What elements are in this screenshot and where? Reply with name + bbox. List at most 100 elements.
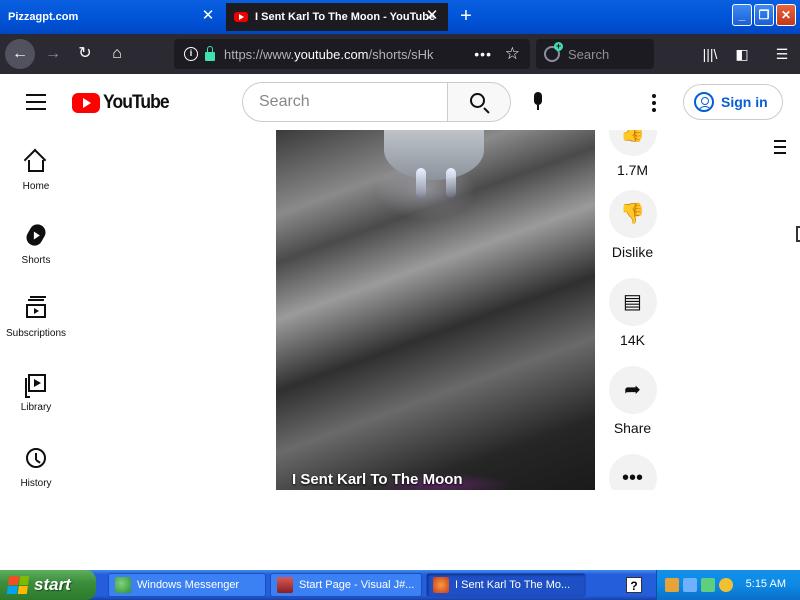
forward-arrow-icon[interactable]: → xyxy=(38,39,68,69)
more-actions-button[interactable]: ••• xyxy=(605,454,660,490)
account-icon xyxy=(694,92,714,112)
clock: 5:15 AM xyxy=(745,578,786,590)
youtube-favicon-icon xyxy=(234,12,248,22)
more-options-icon[interactable] xyxy=(652,94,656,115)
visual-studio-icon xyxy=(277,577,293,593)
sign-in-button[interactable]: Sign in xyxy=(683,84,783,120)
shorts-actions: 👍 1.7M 👎 Dislike ▤ 14K ➦ Share ••• xyxy=(605,130,660,490)
windows-logo-icon xyxy=(6,576,30,594)
history-icon xyxy=(26,448,46,468)
taskbar-item-firefox[interactable]: I Sent Karl To The Mo... xyxy=(426,573,586,597)
like-count: 1.7M xyxy=(616,162,649,178)
home-icon[interactable]: ⌂ xyxy=(102,39,132,69)
taskbar-item-label: Start Page - Visual J#... xyxy=(299,579,415,591)
sidebar-item-label: Subscriptions xyxy=(5,328,67,339)
search-icon xyxy=(470,93,485,108)
shorts-video-player[interactable]: I Sent Karl To The Moon xyxy=(276,130,595,490)
sidebar-item-label: Home xyxy=(22,181,50,192)
comments-button[interactable]: ▤ 14K xyxy=(605,278,660,348)
share-label: Share xyxy=(613,420,652,436)
browser-tab-strip: Pizzagpt.com ✕ I Sent Karl To The Moon -… xyxy=(0,0,800,34)
taskbar-item-visual-jsharp[interactable]: Start Page - Visual J#... xyxy=(270,573,422,597)
sign-in-label: Sign in xyxy=(721,94,768,110)
sidebar-item-history[interactable]: History xyxy=(0,426,72,500)
site-info-icon[interactable]: i xyxy=(184,47,198,61)
youtube-play-icon xyxy=(72,93,100,113)
sidebar-item-library[interactable]: Library xyxy=(0,352,72,426)
windows-taskbar: start Windows Messenger Start Page - Vis… xyxy=(0,570,800,600)
taskbar-item-label: Windows Messenger xyxy=(137,579,240,591)
search-placeholder: Search xyxy=(259,93,310,110)
tab-youtube[interactable]: I Sent Karl To The Moon - YouTube ✕ xyxy=(226,3,448,31)
close-window-button[interactable]: ✕ xyxy=(776,4,796,26)
youtube-logo-text: YouTube xyxy=(103,92,170,113)
sidebar-item-label: Library xyxy=(20,402,52,413)
library-icon[interactable]: |||\ xyxy=(700,44,720,64)
search-tray-icon[interactable] xyxy=(719,578,733,592)
tab-pizzagpt[interactable]: Pizzagpt.com ✕ xyxy=(0,3,224,31)
microphone-icon[interactable] xyxy=(532,92,544,112)
close-tab-icon[interactable]: ✕ xyxy=(424,8,440,24)
shorts-icon xyxy=(23,221,49,249)
subscriptions-icon xyxy=(26,299,46,318)
dislike-button[interactable]: 👎 Dislike xyxy=(605,190,660,260)
tab-title: I Sent Karl To The Moon - YouTube xyxy=(255,11,436,23)
new-tab-icon[interactable]: + xyxy=(456,6,476,26)
engine-plume xyxy=(416,168,426,198)
like-button[interactable]: 👍 1.7M xyxy=(605,130,660,178)
hamburger-menu-icon[interactable] xyxy=(26,94,46,110)
help-icon[interactable]: ? xyxy=(626,577,642,593)
video-title[interactable]: I Sent Karl To The Moon xyxy=(292,471,463,488)
dislike-label: Dislike xyxy=(611,244,654,260)
browser-search-input[interactable]: Search xyxy=(536,39,654,69)
messenger-icon xyxy=(115,577,131,593)
engine-plume xyxy=(446,168,456,198)
next-video-menu-icon[interactable] xyxy=(774,140,786,158)
url-text[interactable]: https://www.youtube.com/shorts/sHk xyxy=(224,47,464,62)
sidebar-item-shorts[interactable]: Shorts xyxy=(0,204,72,278)
home-icon xyxy=(28,160,44,172)
sidebar-item-subscriptions[interactable]: Subscriptions xyxy=(0,278,72,352)
search-placeholder: Search xyxy=(568,46,610,62)
thumbs-down-icon: 👎 xyxy=(620,203,645,225)
start-button[interactable]: start xyxy=(0,570,96,600)
messenger-tray-icon[interactable] xyxy=(701,578,715,592)
back-arrow-icon[interactable]: ← xyxy=(5,39,35,69)
youtube-sidebar: Home Shorts Subscriptions Library Histor… xyxy=(0,130,72,570)
sidebar-toggle-icon[interactable]: ◧ xyxy=(732,44,752,64)
close-tab-icon[interactable]: ✕ xyxy=(200,8,216,24)
share-button[interactable]: ➦ Share xyxy=(605,366,660,436)
system-tray: 5:15 AM xyxy=(656,570,800,600)
search-engine-icon[interactable] xyxy=(544,42,563,62)
youtube-logo[interactable]: YouTube xyxy=(72,92,174,114)
browser-toolbar: ← → ↻ ⌂ i https://www.youtube.com/shorts… xyxy=(0,34,800,74)
maximize-window-button[interactable]: ❐ xyxy=(754,4,774,26)
youtube-search-input[interactable]: Search xyxy=(242,82,448,122)
scroll-edge-icon xyxy=(796,226,800,242)
comment-icon: ▤ xyxy=(623,291,642,313)
sidebar-item-home[interactable]: Home xyxy=(0,130,72,204)
menu-icon[interactable]: ☰ xyxy=(772,44,792,64)
tab-title: Pizzagpt.com xyxy=(8,11,79,23)
bookmark-star-icon[interactable]: ☆ xyxy=(505,44,520,64)
video-frame xyxy=(276,130,595,490)
more-horizontal-icon: ••• xyxy=(621,467,643,489)
minimize-window-button[interactable]: _ xyxy=(732,4,752,26)
youtube-header: YouTube Search Sign in xyxy=(0,74,800,130)
network-icon[interactable] xyxy=(683,578,697,592)
firefox-icon xyxy=(433,577,449,593)
taskbar-item-label: I Sent Karl To The Mo... xyxy=(455,579,571,591)
share-arrow-icon: ➦ xyxy=(624,379,641,401)
page-actions-icon[interactable]: ••• xyxy=(474,46,492,62)
taskbar-item-messenger[interactable]: Windows Messenger xyxy=(108,573,266,597)
reload-icon[interactable]: ↻ xyxy=(70,39,100,69)
sidebar-item-label: Shorts xyxy=(21,255,51,266)
address-bar[interactable]: i https://www.youtube.com/shorts/sHk •••… xyxy=(174,39,530,69)
library-icon xyxy=(25,374,46,398)
search-button[interactable] xyxy=(447,82,511,122)
tray-app-icon[interactable] xyxy=(665,578,679,592)
comment-count: 14K xyxy=(620,332,645,348)
thumbs-up-icon: 👍 xyxy=(620,130,645,143)
lock-icon xyxy=(205,46,215,61)
start-label: start xyxy=(34,575,71,594)
